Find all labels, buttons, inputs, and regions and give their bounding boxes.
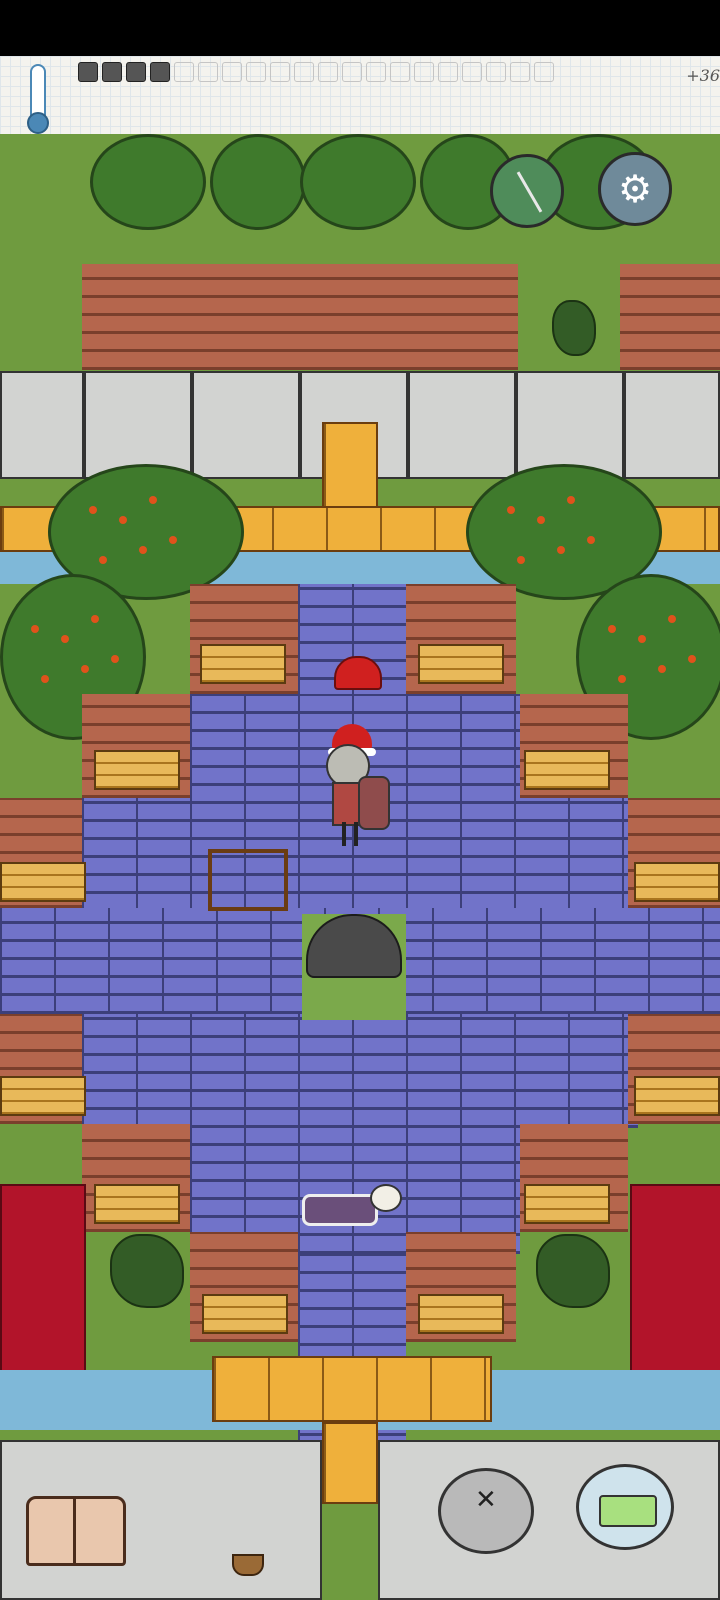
food-slot xyxy=(270,62,290,82)
red-tent[interactable] xyxy=(630,1184,720,1388)
food-slot xyxy=(366,62,386,82)
food-slot xyxy=(462,62,482,82)
storage-crate[interactable] xyxy=(200,644,286,684)
stone-floor xyxy=(408,371,516,479)
skeleton-remains[interactable] xyxy=(302,1194,378,1226)
food-meter xyxy=(78,62,554,82)
tree[interactable] xyxy=(300,134,416,230)
wooden-walkway[interactable] xyxy=(322,1422,378,1504)
food-slot xyxy=(174,62,194,82)
food-slot xyxy=(102,62,122,82)
storage-crate[interactable] xyxy=(524,750,610,790)
food-slot xyxy=(390,62,410,82)
stone-floor xyxy=(84,371,192,479)
brick-wall xyxy=(82,264,518,370)
food-slot xyxy=(534,62,554,82)
player-legs xyxy=(342,822,346,846)
food-slot xyxy=(486,62,506,82)
sapling[interactable] xyxy=(552,300,596,356)
food-slot xyxy=(318,62,338,82)
food-slot xyxy=(414,62,434,82)
food-slot xyxy=(342,62,362,82)
rose-bush[interactable] xyxy=(536,1234,610,1308)
storage-crate[interactable] xyxy=(418,1294,504,1334)
storage-crate[interactable] xyxy=(0,862,86,902)
food-slot xyxy=(126,62,146,82)
tree[interactable] xyxy=(210,134,306,230)
stone-floor xyxy=(192,371,300,479)
food-slot xyxy=(150,62,170,82)
storage-crate[interactable] xyxy=(524,1184,610,1224)
stone-floor xyxy=(516,371,624,479)
chat-keyboard-button[interactable] xyxy=(576,1464,674,1550)
compass-button[interactable] xyxy=(490,154,564,228)
wooden-walkway[interactable] xyxy=(322,422,378,508)
food-slot xyxy=(294,62,314,82)
stone-floor xyxy=(624,371,720,479)
stone-floor xyxy=(0,371,84,479)
status-bar xyxy=(0,0,720,56)
food-slot xyxy=(246,62,266,82)
food-slot xyxy=(198,62,218,82)
rose-bush[interactable] xyxy=(110,1234,184,1308)
journal-button[interactable] xyxy=(26,1496,126,1566)
food-slot xyxy=(222,62,242,82)
brick-wall xyxy=(620,264,720,370)
wooden-frame[interactable] xyxy=(208,849,288,911)
game-world[interactable] xyxy=(0,134,720,1600)
emote-button[interactable] xyxy=(438,1468,534,1554)
storage-crate[interactable] xyxy=(0,1076,86,1116)
tree[interactable] xyxy=(90,134,206,230)
settings-button[interactable]: ⚙ xyxy=(598,152,672,226)
player-character[interactable] xyxy=(318,724,390,846)
backpack xyxy=(358,776,390,830)
gear-icon: ⚙ xyxy=(617,167,653,211)
food-slot xyxy=(438,62,458,82)
storage-crate[interactable] xyxy=(418,644,504,684)
storage-crate[interactable] xyxy=(94,1184,180,1224)
thermometer-icon xyxy=(27,64,49,134)
red-tent[interactable] xyxy=(0,1184,86,1388)
food-slot xyxy=(78,62,98,82)
skull[interactable] xyxy=(370,1184,402,1212)
storage-crate[interactable] xyxy=(94,750,180,790)
temperature-label: +36 xyxy=(686,66,720,85)
storage-crate[interactable] xyxy=(634,862,720,902)
food-slot xyxy=(510,62,530,82)
santa-hat-item[interactable] xyxy=(334,656,382,690)
storage-crate[interactable] xyxy=(634,1076,720,1116)
hud-bar: +36 xyxy=(0,56,720,136)
wooden-bridge[interactable] xyxy=(212,1356,492,1422)
storage-crate[interactable] xyxy=(202,1294,288,1334)
basket-item[interactable] xyxy=(232,1554,264,1576)
